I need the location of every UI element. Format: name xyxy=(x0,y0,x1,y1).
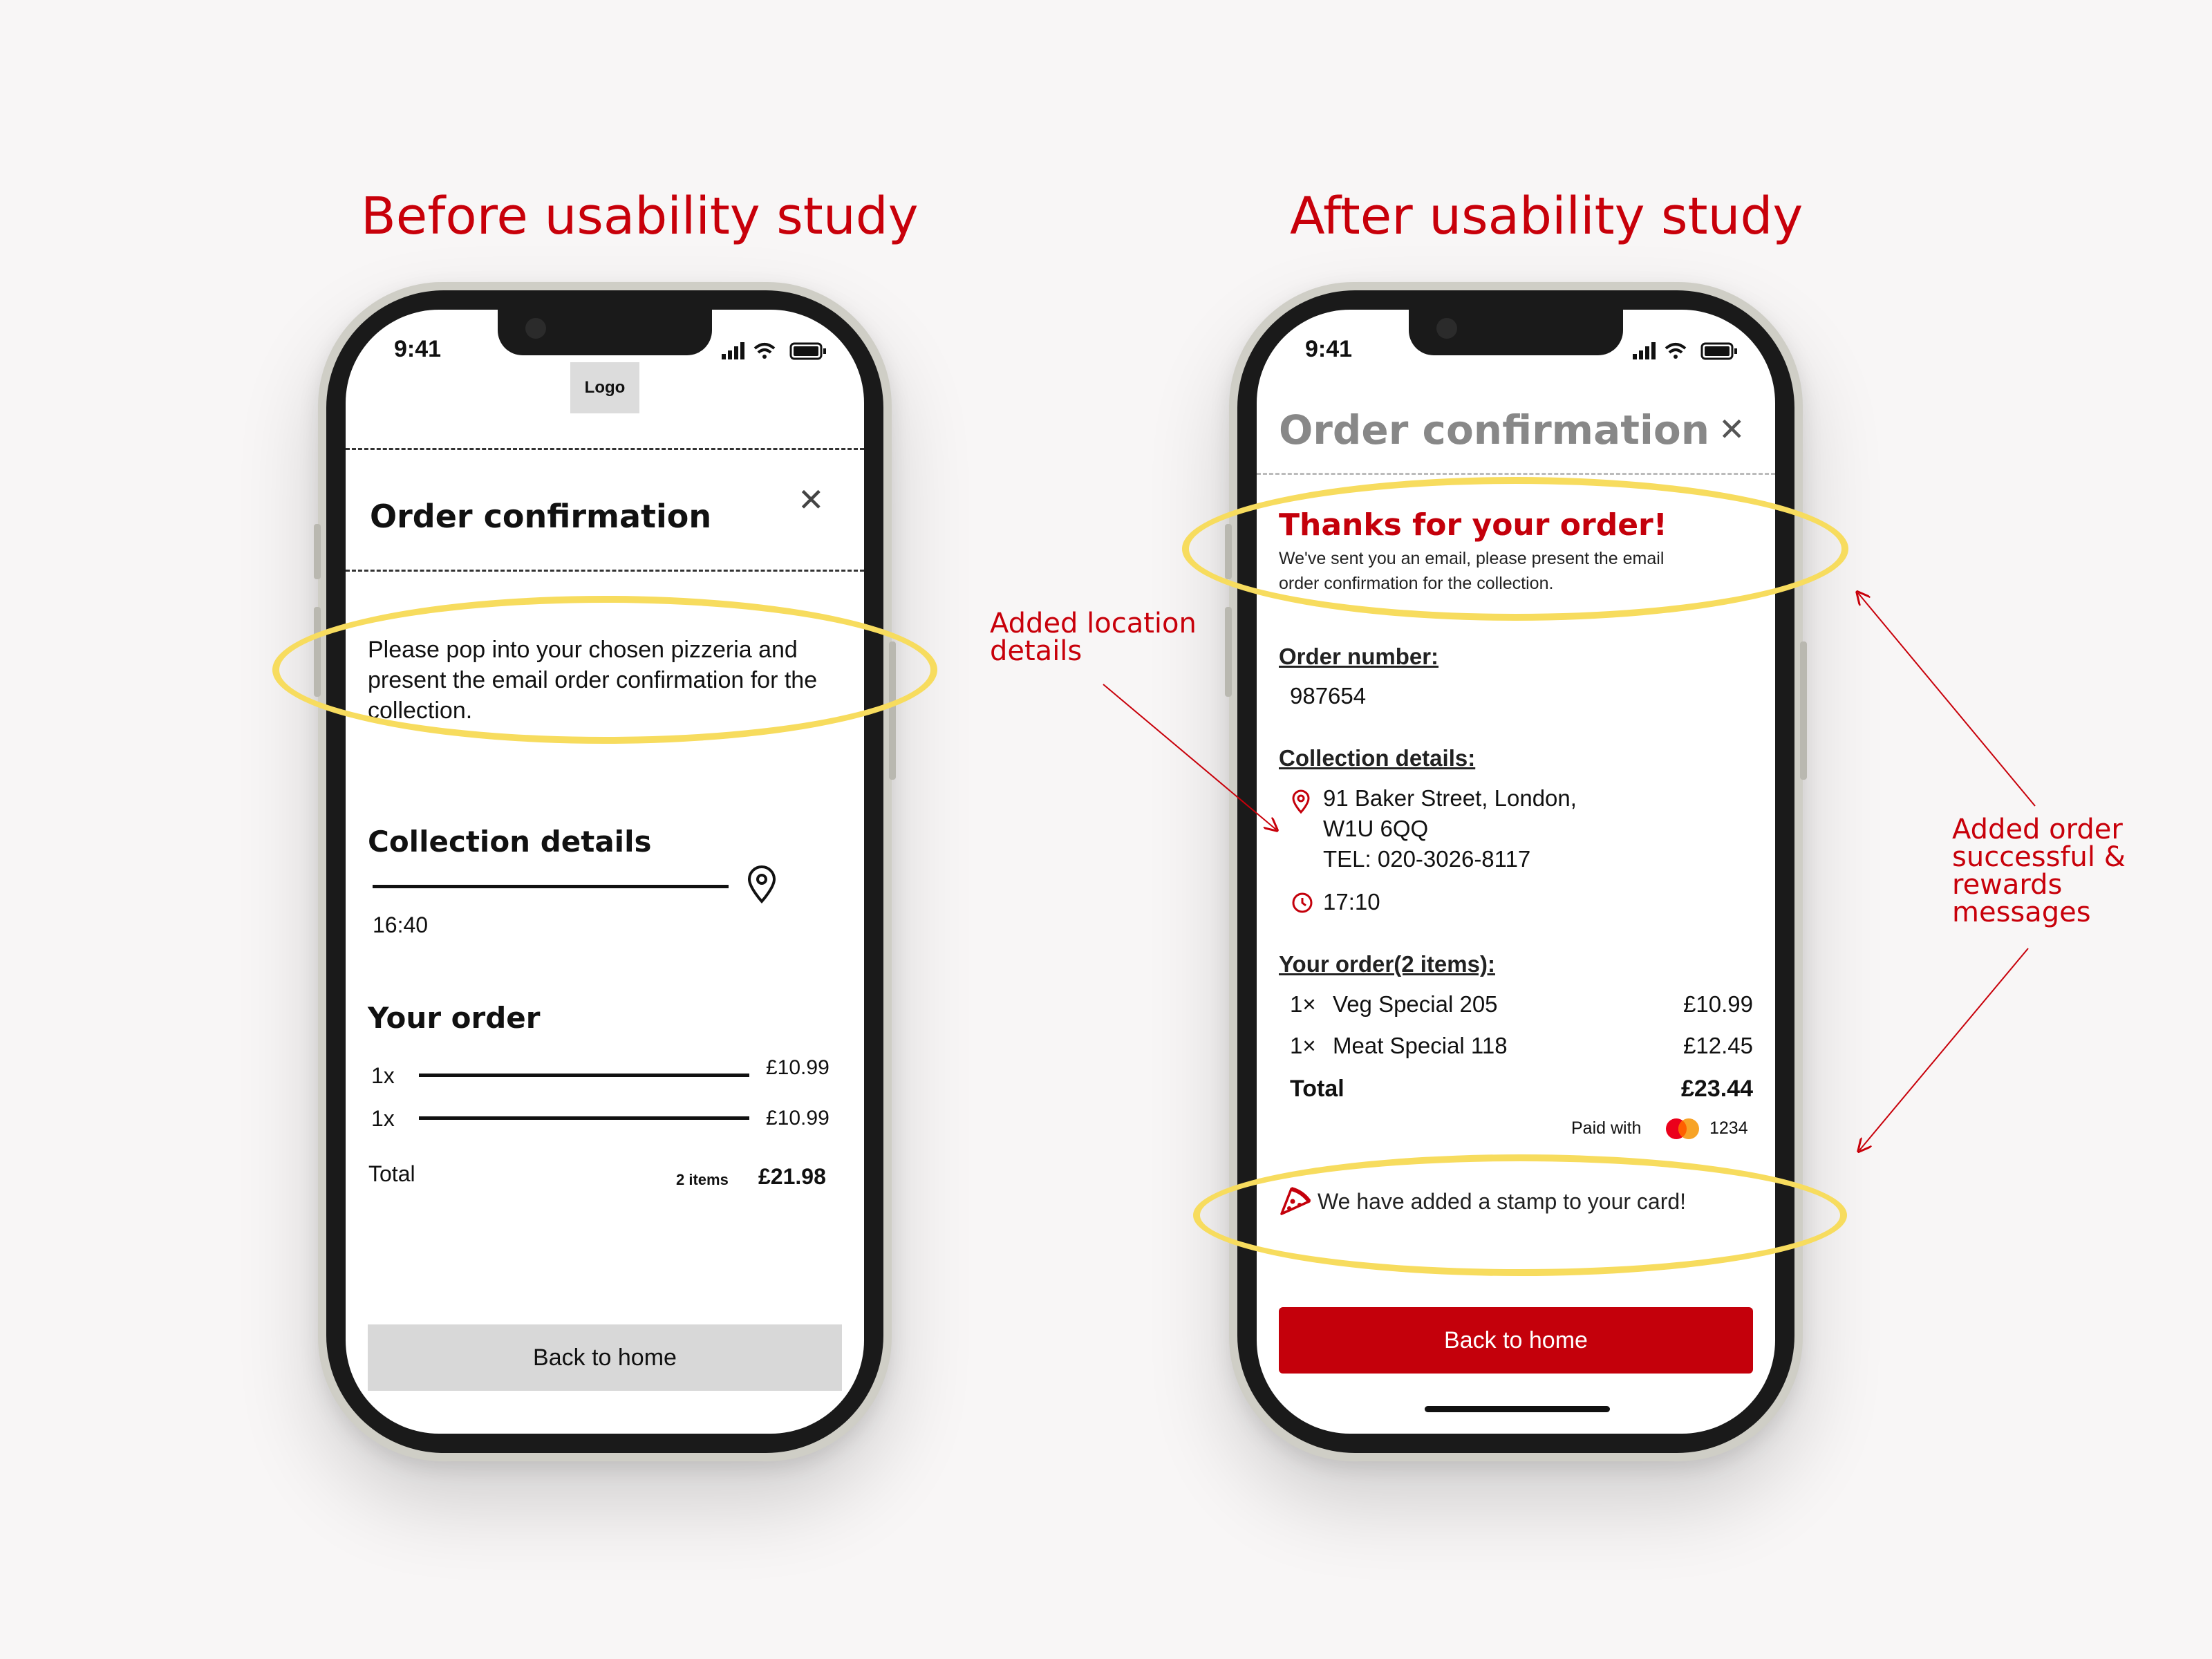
arrow-thanks xyxy=(1858,593,2036,807)
arrow-stamp xyxy=(1859,948,2029,1150)
arrow-location xyxy=(1103,684,1276,830)
annotation-arrows xyxy=(1103,0,2036,1659)
